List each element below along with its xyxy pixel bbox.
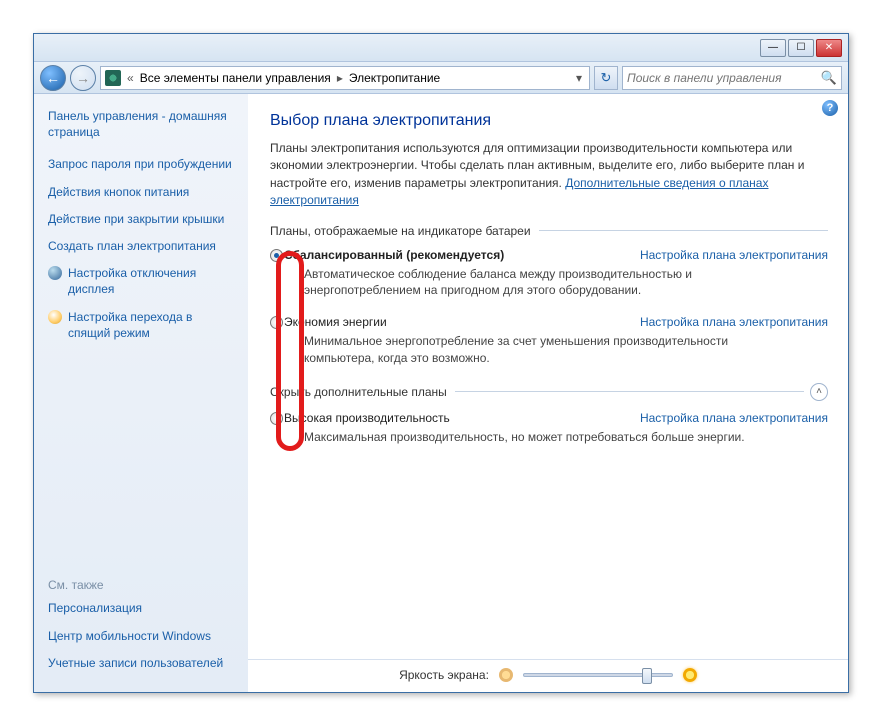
moon-icon — [48, 310, 62, 324]
group-title: Скрыть дополнительные планы — [270, 385, 447, 399]
plan-high-performance: Высокая производительность Настройка пла… — [270, 411, 828, 446]
see-also-personalization[interactable]: Персонализация — [48, 600, 234, 616]
plan-name[interactable]: Экономия энергии — [284, 315, 387, 329]
radio-high-performance[interactable] — [270, 412, 283, 425]
group-battery-plans: Планы, отображаемые на индикаторе батаре… — [270, 224, 828, 238]
sidebar-link-sleep[interactable]: Настройка перехода в спящий режим — [48, 309, 234, 341]
plan-settings-link[interactable]: Настройка плана электропитания — [640, 411, 828, 425]
refresh-button[interactable]: ↻ — [594, 66, 618, 90]
search-icon: 🔍 — [821, 70, 837, 86]
nav-bar: ← → « Все элементы панели управления ▸ Э… — [34, 62, 848, 94]
sidebar-link-display-off[interactable]: Настройка отключения дисплея — [48, 265, 234, 297]
titlebar: — ☐ ✕ — [34, 34, 848, 62]
radio-balanced[interactable] — [270, 249, 283, 262]
forward-button[interactable]: → — [70, 65, 96, 91]
plan-description: Автоматическое соблюдение баланса между … — [284, 266, 828, 300]
sun-bright-icon — [683, 668, 697, 682]
see-also-heading: См. также — [48, 578, 234, 592]
breadcrumb-level1[interactable]: Все элементы панели управления — [140, 71, 331, 85]
collapse-button[interactable]: ˄ — [810, 383, 828, 401]
intro-text: Планы электропитания используются для оп… — [270, 140, 828, 210]
plan-balanced: Сбалансированный (рекомендуется) Настрой… — [270, 248, 828, 300]
control-panel-icon — [105, 70, 121, 86]
radio-power-saver[interactable] — [270, 316, 283, 329]
plan-name[interactable]: Высокая производительность — [284, 411, 450, 425]
breadcrumb-level2[interactable]: Электропитание — [349, 71, 440, 85]
monitor-icon — [48, 266, 62, 280]
close-button[interactable]: ✕ — [816, 39, 842, 57]
sidebar-link-power-buttons[interactable]: Действия кнопок питания — [48, 184, 234, 200]
breadcrumb-dropdown[interactable]: ▾ — [573, 71, 585, 85]
content-area: ? Выбор плана электропитания Планы элект… — [248, 94, 848, 692]
plan-settings-link[interactable]: Настройка плана электропитания — [640, 248, 828, 262]
see-also-user-accounts[interactable]: Учетные записи пользователей — [48, 655, 234, 671]
sidebar-link-password-wake[interactable]: Запрос пароля при пробуждении — [48, 156, 234, 172]
breadcrumb[interactable]: « Все элементы панели управления ▸ Элект… — [100, 66, 590, 90]
sidebar-link-create-plan[interactable]: Создать план электропитания — [48, 238, 234, 254]
search-box[interactable]: 🔍 — [622, 66, 842, 90]
plan-power-saver: Экономия энергии Настройка плана электро… — [270, 315, 828, 367]
brightness-footer: Яркость экрана: — [248, 659, 848, 682]
sidebar-link-lid-close[interactable]: Действие при закрытии крышки — [48, 211, 234, 227]
sidebar-home-link[interactable]: Панель управления - домашняя страница — [48, 108, 234, 140]
search-input[interactable] — [627, 71, 821, 85]
page-title: Выбор плана электропитания — [270, 112, 828, 130]
minimize-button[interactable]: — — [760, 39, 786, 57]
sidebar: Панель управления - домашняя страница За… — [34, 94, 248, 692]
slider-thumb[interactable] — [642, 668, 652, 684]
help-icon[interactable]: ? — [822, 100, 838, 116]
window: — ☐ ✕ ← → « Все элементы панели управлен… — [33, 33, 849, 693]
back-button[interactable]: ← — [40, 65, 66, 91]
see-also-mobility-center[interactable]: Центр мобильности Windows — [48, 628, 234, 644]
plan-settings-link[interactable]: Настройка плана электропитания — [640, 315, 828, 329]
sidebar-link-label: Настройка отключения дисплея — [68, 265, 234, 297]
brightness-label: Яркость экрана: — [399, 668, 489, 682]
maximize-button[interactable]: ☐ — [788, 39, 814, 57]
chevron-right-icon: ▸ — [335, 71, 345, 85]
plan-name[interactable]: Сбалансированный (рекомендуется) — [284, 248, 504, 262]
brightness-slider[interactable] — [523, 673, 673, 677]
group-title: Планы, отображаемые на индикаторе батаре… — [270, 224, 531, 238]
sidebar-link-label: Настройка перехода в спящий режим — [68, 309, 234, 341]
plan-description: Максимальная производительность, но може… — [284, 429, 828, 446]
group-additional-plans: Скрыть дополнительные планы ˄ — [270, 383, 828, 401]
sun-dim-icon — [499, 668, 513, 682]
plan-description: Минимальное энергопотребление за счет ум… — [284, 333, 828, 367]
breadcrumb-back-chevron[interactable]: « — [125, 71, 136, 85]
